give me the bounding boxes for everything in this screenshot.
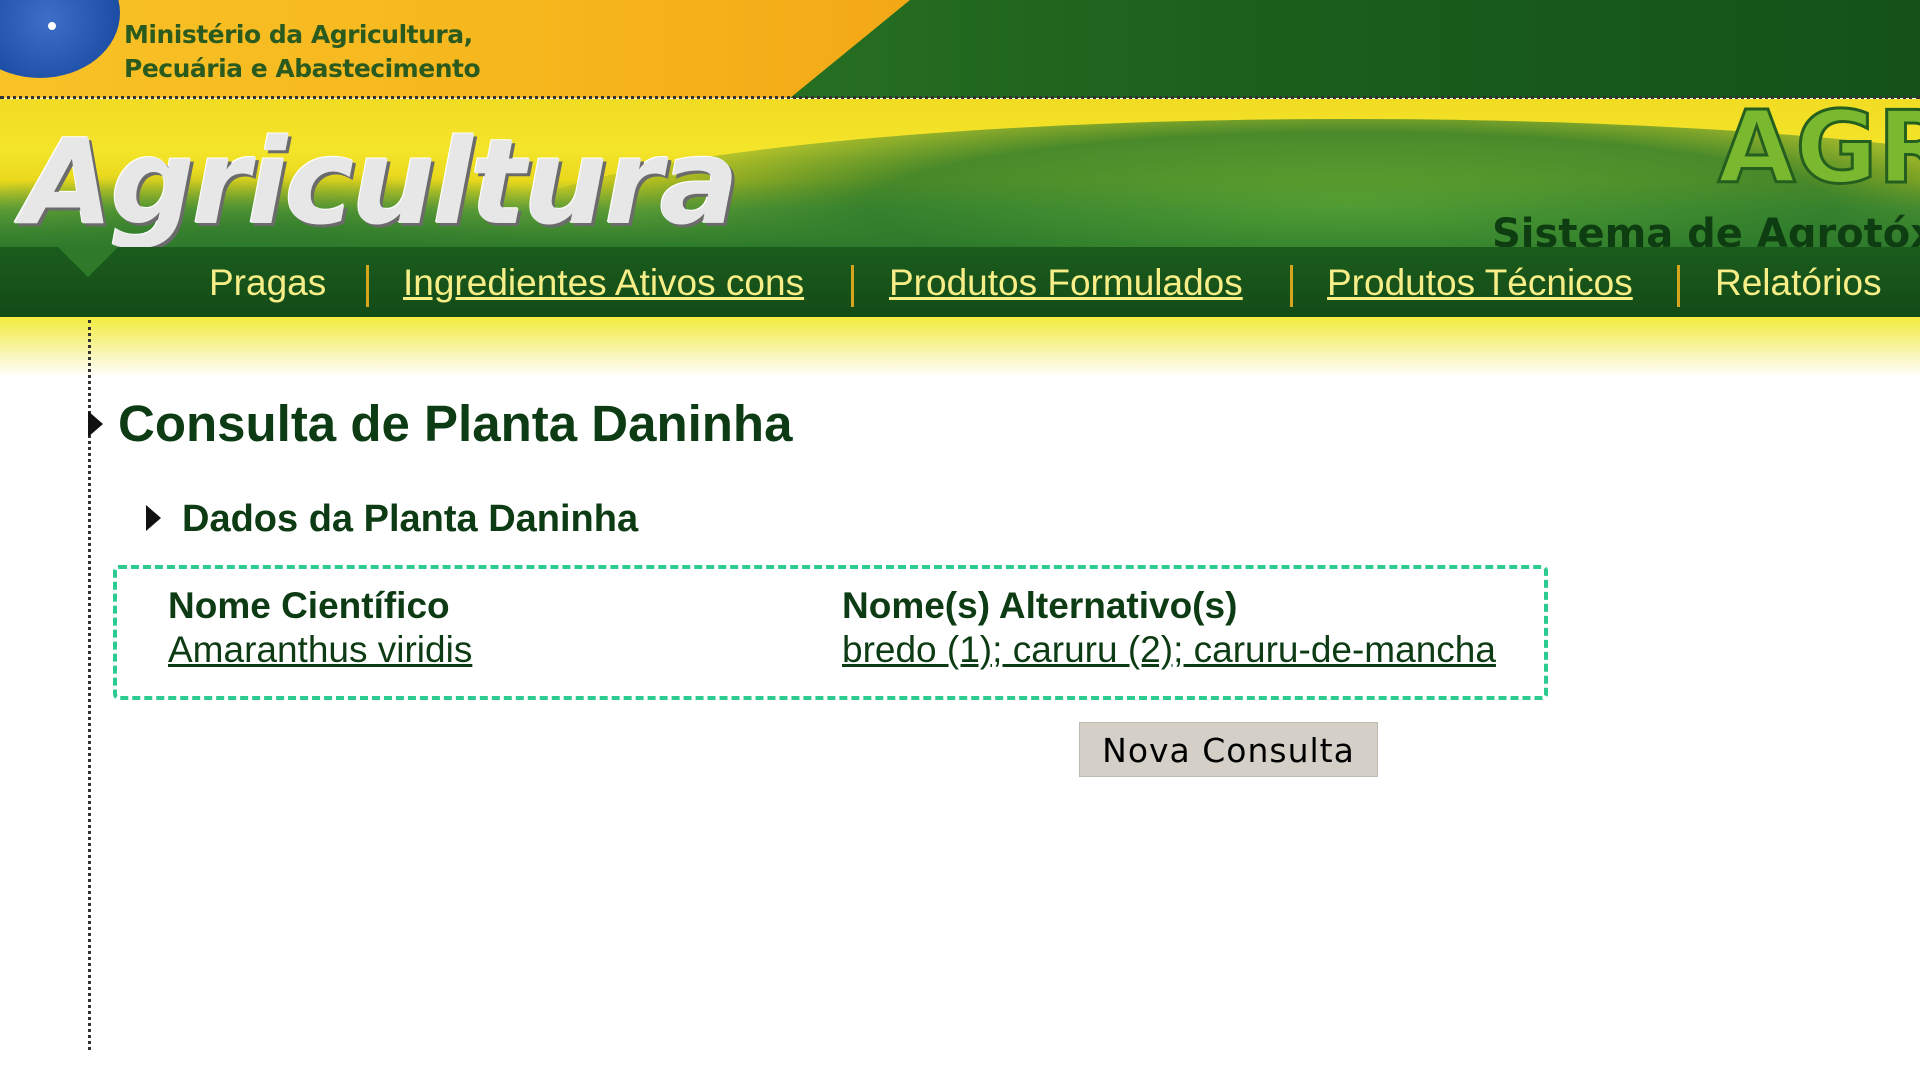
alternative-names-link[interactable]: bredo (1); caruru (2); caruru-de-mancha bbox=[842, 628, 1496, 672]
ministry-strip: Ministério da Agricultura, Pecuária e Ab… bbox=[0, 0, 1920, 98]
main-navigation: Pragas Ingredientes Ativos cons Produtos… bbox=[0, 247, 1920, 317]
ministry-name: Ministério da Agricultura, Pecuária e Ab… bbox=[124, 18, 481, 86]
nav-separator bbox=[366, 265, 369, 307]
column-header-alternative-names: Nome(s) Alternativo(s) bbox=[842, 585, 1238, 626]
column-header-scientific-name: Nome Científico bbox=[168, 585, 450, 626]
nav-item-produtos-tecnicos[interactable]: Produtos Técnicos bbox=[1327, 261, 1633, 305]
nav-separator bbox=[851, 265, 854, 307]
page: Ministério da Agricultura, Pecuária e Ab… bbox=[0, 0, 1920, 1080]
ministry-name-line2: Pecuária e Abastecimento bbox=[124, 54, 481, 83]
nav-item-relatorios[interactable]: Relatórios bbox=[1715, 261, 1882, 305]
nav-separator bbox=[1677, 265, 1680, 307]
page-title: Consulta de Planta Daninha bbox=[118, 395, 793, 452]
nav-item-ingredientes-ativos[interactable]: Ingredientes Ativos cons bbox=[403, 261, 804, 305]
scientific-name-link[interactable]: Amaranthus viridis bbox=[168, 628, 472, 672]
header-green-wedge bbox=[790, 0, 1920, 98]
nav-item-pragas[interactable]: Pragas bbox=[209, 261, 326, 305]
nav-notch-decoration bbox=[58, 247, 118, 277]
section-title: Dados da Planta Daninha bbox=[182, 498, 639, 540]
site-brand-logo: Agricultura bbox=[22, 113, 739, 251]
title-arrow-icon bbox=[88, 411, 103, 437]
system-logo: AGR bbox=[1716, 89, 1920, 206]
nav-separator bbox=[1290, 265, 1293, 307]
flag-globe-icon bbox=[0, 0, 120, 78]
flag-star-icon bbox=[48, 22, 56, 30]
ministry-name-line1: Ministério da Agricultura, bbox=[124, 20, 473, 49]
nav-item-produtos-formulados[interactable]: Produtos Formulados bbox=[889, 261, 1243, 305]
nav-yellow-fade bbox=[0, 317, 1920, 377]
new-query-button[interactable]: Nova Consulta bbox=[1079, 722, 1378, 777]
section-arrow-icon bbox=[146, 505, 161, 531]
